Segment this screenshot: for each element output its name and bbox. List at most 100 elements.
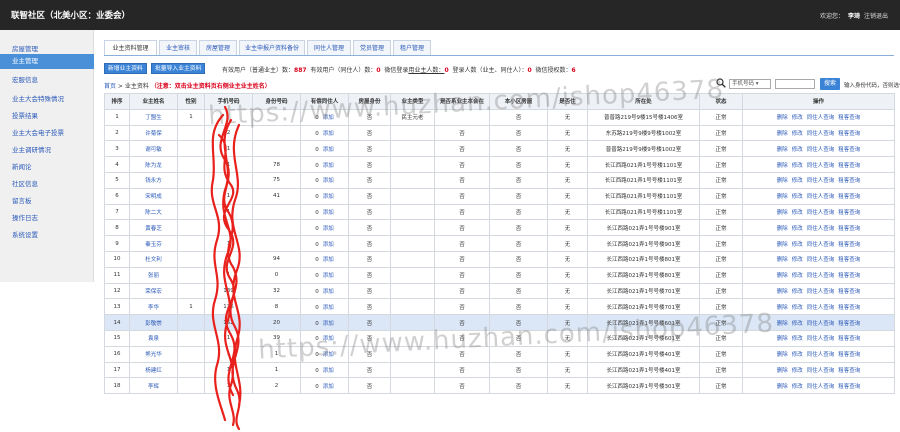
table-row[interactable]: 4 陈为龙 1 78 0 添加否否否无长江西路021弄1号号楼1101室 正常 删除 修改 同住人… (104, 156, 895, 173)
row-action-link[interactable]: 删除 (777, 321, 788, 327)
breadcrumb-home[interactable]: 首页 (104, 83, 116, 90)
cell-name[interactable]: 秦玉芬 (129, 235, 178, 252)
row-action-link[interactable]: 删除 (777, 194, 788, 200)
row-action-link[interactable]: 删除 (777, 115, 788, 121)
add-cohabitant-link[interactable]: 添加 (323, 194, 334, 200)
row-action-link[interactable]: 同住人查询 (807, 242, 835, 248)
sidebar-item[interactable]: 新闻论 (12, 161, 32, 171)
logout-link[interactable]: 注销退出 (864, 13, 888, 20)
search-field-select[interactable]: 手机号码 ▾ (729, 79, 771, 89)
add-cohabitant-link[interactable]: 添加 (323, 321, 334, 327)
row-action-link[interactable]: 同住人查询 (807, 305, 835, 311)
row-action-link[interactable]: 租客查询 (838, 257, 860, 263)
table-row[interactable]: 2 许菊保 2 0 添加否否否无东苏路219号9楼9号楼1002室 正常 删除 修改 同住人查询… (104, 124, 895, 142)
cell-name[interactable]: 丁盟生 (129, 108, 178, 126)
cell-name[interactable]: 荣保宏 (129, 282, 178, 300)
sidebar-item[interactable]: 系统设置 (12, 229, 38, 239)
column-header[interactable]: 业主类型 (390, 93, 435, 110)
add-cohabitant-link[interactable]: 添加 (323, 336, 334, 342)
table-row[interactable]: 17 杨建红 1 1 0 添加否否否无长江西路021弄1号号楼401室 正常 删除 修改 同住人查… (104, 361, 895, 379)
row-action-link[interactable]: 删除 (777, 242, 788, 248)
row-action-link[interactable]: 同住人查询 (807, 178, 835, 184)
cell-name[interactable]: 张丽 (129, 266, 178, 284)
tab[interactable]: 业主申报户资料备份 (239, 40, 305, 56)
table-row[interactable]: 18 李辉 1 2 0 添加否否否无长江西路021弄1号号楼301室 正常 删除 修改 同住人查询… (104, 377, 895, 395)
sidebar-item[interactable]: 操作日志 (12, 212, 38, 222)
sidebar-item[interactable]: 业主调研情况 (12, 144, 51, 154)
row-action-link[interactable]: 租客查询 (838, 273, 860, 279)
row-action-link[interactable]: 删除 (777, 336, 788, 342)
row-action-link[interactable]: 同住人查询 (807, 194, 835, 200)
tab[interactable]: 房屋管理 (199, 40, 237, 56)
row-action-link[interactable]: 修改 (792, 178, 803, 184)
cell-name[interactable]: 杜文利 (129, 250, 178, 268)
row-action-link[interactable]: 同住人查询 (807, 257, 835, 263)
row-action-link[interactable]: 租客查询 (838, 194, 860, 200)
tab[interactable]: 业主资料管理 (104, 40, 157, 56)
row-action-link[interactable]: 删除 (777, 384, 788, 390)
row-action-link[interactable]: 修改 (792, 305, 803, 311)
row-action-link[interactable]: 删除 (777, 305, 788, 311)
row-action-link[interactable]: 修改 (792, 131, 803, 137)
row-action-link[interactable]: 同住人查询 (807, 147, 835, 153)
batch-import-button[interactable]: 批量导入业主资料 (151, 63, 206, 74)
row-action-link[interactable]: 删除 (777, 289, 788, 295)
row-action-link[interactable]: 租客查询 (838, 210, 860, 216)
sidebar-item[interactable]: 社区信息 (12, 178, 38, 188)
row-action-link[interactable]: 同住人查询 (807, 115, 835, 121)
table-row[interactable]: 7 陈二大 1 0 添加否否否无长江西路021弄1号号楼1101室 正常 删除 修改 同住人查询… (104, 203, 895, 221)
table-row[interactable]: 12 荣保宏 139 32 0 添加否否否无长江西路021弄1号号楼701室 正常 删除 修改同… (104, 282, 895, 300)
column-header[interactable]: 有偿同住人 (300, 93, 349, 110)
row-action-link[interactable]: 同住人查询 (807, 163, 835, 169)
add-cohabitant-link[interactable]: 添加 (323, 352, 334, 358)
table-row[interactable]: 3 谢可敏 1 0 添加否否否无普普路219号9楼9号楼1002室 正常 删除 修改 同住人查询… (104, 140, 895, 158)
row-action-link[interactable]: 租客查询 (838, 226, 860, 232)
cell-name[interactable]: 熊光华 (129, 345, 178, 363)
add-cohabitant-link[interactable]: 添加 (323, 289, 334, 295)
table-row[interactable]: 5 钱永方 1 75 0 添加否否否无长江西路021弄1号号楼1101室 正常 删除 修改 同住人… (104, 171, 895, 189)
row-action-link[interactable]: 修改 (792, 321, 803, 327)
row-action-link[interactable]: 删除 (777, 257, 788, 263)
row-action-link[interactable]: 删除 (777, 210, 788, 216)
column-header[interactable]: 状态 (699, 93, 743, 110)
add-cohabitant-link[interactable]: 添加 (323, 210, 334, 216)
row-action-link[interactable]: 修改 (792, 384, 803, 390)
sidebar-item[interactable]: 留言板 (12, 195, 32, 205)
row-action-link[interactable]: 租客查询 (838, 163, 860, 169)
table-row[interactable]: 8 黄春芝 1 0 添加否否否无长江西路021弄1号号楼901室 正常 删除 修改 同住人查询租… (104, 219, 895, 237)
table-row[interactable]: 1 丁盟生 1 0 添加否民主元老否无普普路219号9楼15号楼1406室 正常 删除 修改同… (104, 108, 895, 126)
tab[interactable]: 租户管理 (393, 40, 431, 56)
row-action-link[interactable]: 租客查询 (838, 305, 860, 311)
add-cohabitant-link[interactable]: 添加 (323, 226, 334, 232)
row-action-link[interactable]: 删除 (777, 131, 788, 137)
add-cohabitant-link[interactable]: 添加 (323, 163, 334, 169)
row-action-link[interactable]: 修改 (792, 163, 803, 169)
tab[interactable]: 同住人管理 (307, 40, 351, 56)
row-action-link[interactable]: 同住人查询 (807, 226, 835, 232)
row-action-link[interactable]: 租客查询 (838, 384, 860, 390)
row-action-link[interactable]: 租客查询 (838, 147, 860, 153)
row-action-link[interactable]: 租客查询 (838, 178, 860, 184)
cell-name[interactable]: 李华 (129, 298, 178, 316)
row-action-link[interactable]: 修改 (792, 210, 803, 216)
row-action-link[interactable]: 同住人查询 (807, 131, 835, 137)
row-action-link[interactable]: 删除 (777, 226, 788, 232)
row-action-link[interactable]: 修改 (792, 226, 803, 232)
add-cohabitant-link[interactable]: 添加 (323, 368, 334, 374)
cell-name[interactable]: 许菊保 (129, 124, 178, 142)
row-action-link[interactable]: 同住人查询 (807, 384, 835, 390)
table-row[interactable]: 9 秦玉芬 1 0 添加否否否无长江西路021弄1号号楼901室 正常 删除 修改 同住人查询租… (104, 235, 895, 252)
row-action-link[interactable]: 租客查询 (838, 289, 860, 295)
row-action-link[interactable]: 租客查询 (838, 336, 860, 342)
cell-name[interactable]: 彭敬崇 (129, 314, 178, 331)
cell-name[interactable]: 陈二大 (129, 203, 178, 221)
row-action-link[interactable]: 删除 (777, 163, 788, 169)
column-header[interactable]: 所在处 (587, 93, 700, 110)
table-row[interactable]: 15 袁泉 1 39 0 添加否否否无长江西路021弄1号号楼601室 正常 删除 修改 同住人查… (104, 329, 895, 347)
add-cohabitant-link[interactable]: 添加 (323, 147, 334, 153)
row-action-link[interactable]: 修改 (792, 147, 803, 153)
row-action-link[interactable]: 同住人查询 (807, 321, 835, 327)
cell-name[interactable]: 宋明成 (129, 187, 178, 205)
row-action-link[interactable]: 删除 (777, 352, 788, 358)
row-action-link[interactable]: 租客查询 (838, 368, 860, 374)
